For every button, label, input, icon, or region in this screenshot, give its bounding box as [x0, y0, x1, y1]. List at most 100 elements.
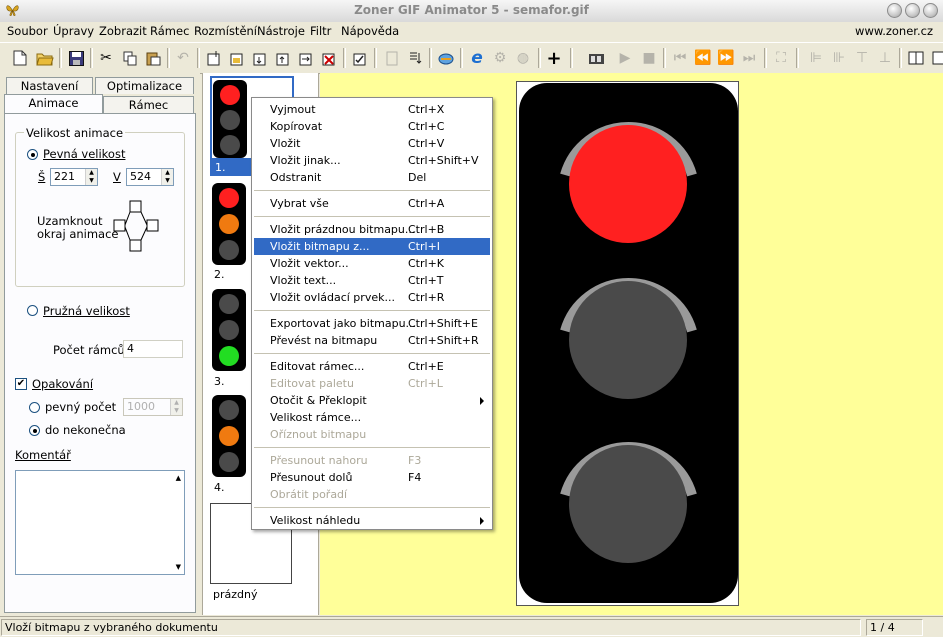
menu-zobrazit[interactable]: Zobrazit: [99, 24, 147, 38]
pevna-velikost-radio[interactable]: [27, 149, 38, 160]
ctx-item-obratit-poradi[interactable]: Obrátit pořadí: [254, 486, 490, 503]
pruzna-velikost-radio[interactable]: [27, 305, 38, 316]
pevna-velikost-label[interactable]: Pevná velikost: [43, 147, 125, 161]
opakovani-label[interactable]: Opakování: [32, 377, 93, 391]
tab-nastaveni[interactable]: Nastavení: [6, 77, 93, 94]
vyska-spinner[interactable]: 524 ▲ ▼: [126, 168, 174, 186]
anchor-lock-grid[interactable]: [113, 200, 165, 254]
pevny-pocet-spinner[interactable]: 1000 ▲ ▼: [123, 398, 183, 416]
menu-rozmisteni[interactable]: Rozmístění: [194, 24, 257, 38]
vyska-spin-arrows[interactable]: ▲ ▼: [161, 169, 173, 185]
next-frame-icon[interactable]: ⏩: [716, 48, 736, 68]
pevny-pocet-radio[interactable]: [29, 402, 40, 413]
maximize-button[interactable]: [905, 3, 920, 18]
scroll-up-icon[interactable]: ▲: [176, 474, 181, 482]
tab-animace[interactable]: Animace: [4, 94, 103, 113]
pevny-pocet-arrows[interactable]: ▲ ▼: [170, 399, 182, 415]
ctx-item-vybrat-vse[interactable]: Vybrat vše Ctrl+A: [254, 195, 490, 212]
ctx-item-oriznout-bitmapu[interactable]: Oříznout bitmapu: [254, 426, 490, 443]
save-icon[interactable]: [66, 48, 86, 68]
ctx-item-presunout-nahoru[interactable]: Přesunout nahoru F3: [254, 452, 490, 469]
frame-up-icon[interactable]: [273, 48, 293, 68]
ctx-item-vlozit-vektor[interactable]: Vložit vektor... Ctrl+K: [254, 255, 490, 272]
ctx-item-kopirovat[interactable]: Kopírovat Ctrl+C: [254, 118, 490, 135]
tab-ramec[interactable]: Rámec: [103, 96, 194, 113]
sirka-spinner[interactable]: 221 ▲ ▼: [50, 168, 98, 186]
ctx-item-editovat-paletu[interactable]: Editovat paletu Ctrl+L: [254, 375, 490, 392]
frame-new-icon[interactable]: [204, 48, 224, 68]
opakovani-checkbox[interactable]: ✔: [15, 378, 27, 390]
menu-nastroje[interactable]: Nástroje: [257, 24, 305, 38]
last-frame-icon[interactable]: ⏭: [739, 48, 759, 68]
frame-open-icon[interactable]: [227, 48, 247, 68]
ctx-item-otocit-preklopit[interactable]: Otočit & Překlopit: [254, 392, 490, 409]
ctx-item-vlozit-bitmapu-z[interactable]: Vložit bitmapu z... Ctrl+I: [254, 238, 490, 255]
align-left-icon[interactable]: ⊫: [806, 48, 826, 68]
ctx-item-vlozit-jinak[interactable]: Vložit jinak... Ctrl+Shift+V: [254, 152, 490, 169]
pevny-pocet-label[interactable]: pevný počet: [45, 400, 116, 414]
ie-icon[interactable]: e: [467, 48, 487, 68]
menu-ramec[interactable]: Rámec: [150, 24, 189, 38]
layout-icon[interactable]: [906, 48, 926, 68]
ctx-item-prevest-na-bitmapu[interactable]: Převést na bitmapu Ctrl+Shift+R: [254, 332, 490, 349]
open-icon[interactable]: [35, 48, 55, 68]
ctx-item-velikost-ramce[interactable]: Velikost rámce...: [254, 409, 490, 426]
ctx-item-velikost-nahledu[interactable]: Velikost náhledu: [254, 512, 490, 529]
plus-icon[interactable]: +: [544, 48, 564, 69]
ctx-item-editovat-ramec[interactable]: Editovat rámec... Ctrl+E: [254, 358, 490, 375]
frame-1-image: [213, 80, 247, 158]
zoner-url-link[interactable]: www.zoner.cz: [855, 24, 933, 38]
ctx-item-shortcut: Ctrl+A: [408, 197, 445, 210]
sirka-spin-arrows[interactable]: ▲ ▼: [85, 169, 97, 185]
menu-soubor[interactable]: Soubor: [7, 24, 48, 38]
frame-edit-icon[interactable]: [350, 48, 370, 68]
gear-disabled-icon[interactable]: ⚙: [490, 48, 510, 68]
do-nekonecna-label[interactable]: do nekonečna: [45, 423, 126, 437]
align-center-icon[interactable]: ⊪: [829, 48, 849, 68]
browser-preview-icon[interactable]: [436, 48, 456, 68]
ctx-item-shortcut: Ctrl+K: [408, 257, 445, 270]
tab-optimalizace[interactable]: Optimalizace: [95, 77, 194, 94]
ctx-item-vlozit-text[interactable]: Vložit text... Ctrl+T: [254, 272, 490, 289]
ctx-item-vlozit-prazdnou-bitmapu[interactable]: Vložit prázdnou bitmapu... Ctrl+B: [254, 221, 490, 238]
globe-disabled-icon[interactable]: ◍: [513, 48, 533, 68]
frame-down-icon[interactable]: [296, 48, 316, 68]
ctx-item-vlozit[interactable]: Vložit Ctrl+V: [254, 135, 490, 152]
first-frame-icon[interactable]: ⏮: [670, 48, 690, 68]
film-icon[interactable]: [586, 48, 606, 68]
close-button[interactable]: [923, 3, 938, 18]
align-bottom-icon[interactable]: ⊥: [875, 48, 895, 68]
frame-delete-icon[interactable]: [319, 48, 339, 68]
cut-icon[interactable]: ✂: [96, 48, 116, 68]
menu-napoveda[interactable]: Nápověda: [341, 24, 399, 38]
pruzna-velikost-label[interactable]: Pružná velikost: [43, 304, 130, 318]
lamp: [219, 400, 239, 420]
komentar-textarea[interactable]: ▲ ▼: [15, 470, 185, 575]
prev-frame-icon[interactable]: ⏪: [693, 48, 713, 68]
undo-icon[interactable]: ↶: [173, 48, 193, 68]
stop-icon[interactable]: ■: [639, 48, 659, 68]
copy-icon[interactable]: [120, 48, 140, 68]
ctx-item-presunout-dolu[interactable]: Přesunout dolů F4: [254, 469, 490, 486]
align-top-icon[interactable]: ⊤: [852, 48, 872, 68]
fit-icon[interactable]: ⛶: [771, 48, 791, 68]
minimize-button[interactable]: [887, 3, 902, 18]
paste-icon[interactable]: [143, 48, 163, 68]
lamp: [219, 346, 239, 366]
ctx-item-vlozit-ovladaci-prvek[interactable]: Vložit ovládací prvek... Ctrl+R: [254, 289, 490, 306]
ctx-item-odstranit[interactable]: Odstranit Del: [254, 169, 490, 186]
ctx-item-label: Přesunout dolů: [270, 471, 353, 484]
scroll-down-icon[interactable]: ▼: [176, 563, 181, 571]
new-icon[interactable]: [10, 48, 30, 68]
play-icon[interactable]: ▶: [615, 48, 635, 68]
do-nekonecna-radio[interactable]: [29, 425, 40, 436]
frame-insert-icon[interactable]: [250, 48, 270, 68]
ctx-item-vyjmout[interactable]: Vyjmout Ctrl+X: [254, 101, 490, 118]
ctx-item-shortcut: F3: [408, 454, 422, 467]
layout-2-icon[interactable]: [928, 48, 943, 68]
ctx-item-exportovat-jako-bitmapu[interactable]: Exportovat jako bitmapu... Ctrl+Shift+E: [254, 315, 490, 332]
menu-filtr[interactable]: Filtr: [310, 24, 331, 38]
optimize-icon[interactable]: [382, 48, 402, 68]
menu-upravy[interactable]: Úpravy: [53, 24, 94, 38]
sort-icon[interactable]: [405, 48, 425, 68]
